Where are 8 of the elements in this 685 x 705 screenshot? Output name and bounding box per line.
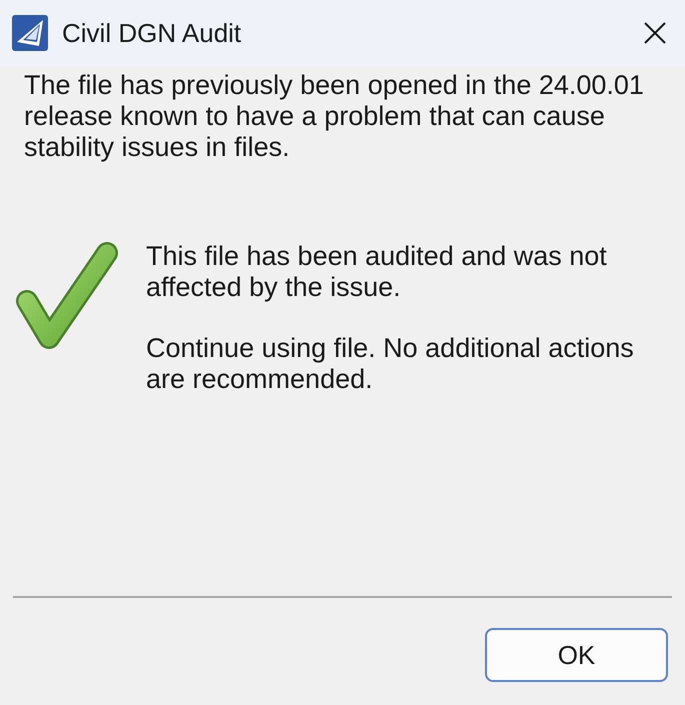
result-text: This file has been audited and was not affected by the issue. xyxy=(146,241,608,303)
message-text: The file has previously been opened in the 24.00.01 release known to have a problem that can cause stability issues in files. xyxy=(24,70,645,163)
close-icon xyxy=(644,22,666,44)
app-logo-icon xyxy=(12,15,48,51)
window-title: Civil DGN Audit xyxy=(62,16,242,50)
check-mark-icon xyxy=(15,241,119,351)
result-text: Continue using file. No additional actions are recommended. xyxy=(146,333,635,395)
ok-button[interactable]: OK xyxy=(485,628,668,682)
